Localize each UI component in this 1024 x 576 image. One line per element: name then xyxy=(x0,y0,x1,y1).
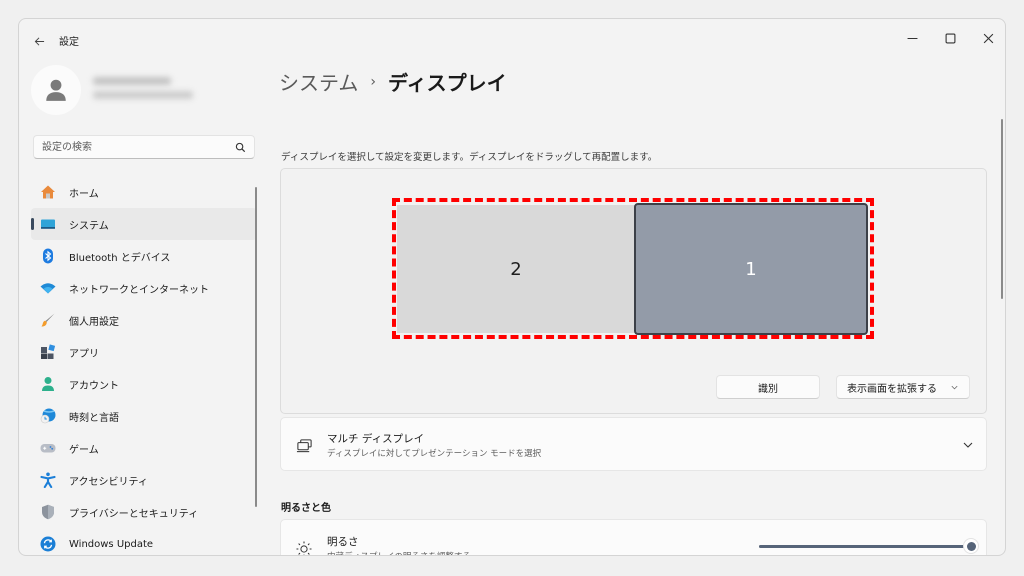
display-arrangement-panel: 2 1 識別 表示画面を拡張する xyxy=(280,168,987,414)
page-title: ディスプレイ xyxy=(388,71,507,95)
brightness-title: 明るさ xyxy=(327,536,359,548)
sidebar-item-label: プライバシーとセキュリティ xyxy=(69,508,199,520)
breadcrumb-parent[interactable]: システム xyxy=(279,67,358,96)
settings-window: 設定 ホーム システム xyxy=(18,18,1006,556)
brightness-card: 明るさ 内蔵ディスプレイの明るさを調整する xyxy=(280,519,987,555)
monitor-number: 1 xyxy=(745,258,757,280)
minimize-icon xyxy=(907,37,917,39)
brightness-slider[interactable] xyxy=(759,538,979,554)
sidebar-item-personalization[interactable]: 個人用設定 xyxy=(31,304,257,336)
search-input[interactable] xyxy=(34,136,254,158)
account-icon xyxy=(39,375,57,393)
sidebar-item-network[interactable]: ネットワークとインターネット xyxy=(31,272,257,304)
system-icon xyxy=(39,215,57,233)
sidebar-item-label: 個人用設定 xyxy=(69,316,119,328)
apps-icon xyxy=(39,343,57,361)
maximize-button[interactable] xyxy=(933,25,967,51)
main-scrollbar[interactable] xyxy=(1001,119,1003,299)
close-icon xyxy=(983,33,993,43)
sidebar-item-label: Bluetooth とデバイス xyxy=(69,252,171,264)
sidebar-item-label: システム xyxy=(69,220,109,232)
sidebar-nav: ホーム システム Bluetooth とデバイス ネットワークとインターネット … xyxy=(31,176,257,555)
sidebar-item-label: アプリ xyxy=(69,348,99,360)
user-email-blurred xyxy=(93,91,193,99)
back-button[interactable] xyxy=(29,31,49,51)
multi-display-title: マルチ ディスプレイ xyxy=(327,433,425,445)
sidebar-item-label: アカウント xyxy=(69,380,119,392)
search-icon xyxy=(235,142,246,153)
monitor-number: 2 xyxy=(510,258,522,280)
sidebar-item-home[interactable]: ホーム xyxy=(31,176,257,208)
slider-thumb[interactable] xyxy=(963,538,979,554)
sidebar-item-label: Windows Update xyxy=(69,538,154,550)
slider-fill xyxy=(759,545,971,548)
multi-display-icon xyxy=(295,436,313,454)
sidebar-item-apps[interactable]: アプリ xyxy=(31,336,257,368)
chevron-down-icon[interactable] xyxy=(962,439,974,451)
person-icon xyxy=(46,79,66,101)
accessibility-icon xyxy=(39,471,57,489)
sidebar-item-label: ホーム xyxy=(69,188,99,200)
multi-display-subtitle: ディスプレイに対してプレゼンテーション モードを選択 xyxy=(327,449,542,459)
breadcrumb: システム › ディスプレイ xyxy=(279,67,507,96)
title-bar: 設定 xyxy=(19,19,1005,61)
sidebar-item-bluetooth[interactable]: Bluetooth とデバイス xyxy=(31,240,257,272)
brightness-subtitle: 内蔵ディスプレイの明るさを調整する xyxy=(327,550,471,555)
user-profile[interactable] xyxy=(31,65,271,117)
close-button[interactable] xyxy=(971,25,1005,51)
sidebar-item-privacy-security[interactable]: プライバシーとセキュリティ xyxy=(31,496,257,528)
sun-icon xyxy=(295,540,313,555)
sidebar-item-accounts[interactable]: アカウント xyxy=(31,368,257,400)
wifi-icon xyxy=(39,279,57,297)
arrow-left-icon xyxy=(34,37,44,45)
shield-icon xyxy=(39,503,57,521)
breadcrumb-separator: › xyxy=(370,73,377,90)
chevron-down-icon xyxy=(951,385,958,390)
monitor-2[interactable]: 2 xyxy=(397,205,635,333)
maximize-icon xyxy=(945,33,955,43)
sidebar-item-system[interactable]: システム xyxy=(31,208,257,240)
sidebar-scrollbar[interactable] xyxy=(255,187,257,507)
home-icon xyxy=(39,183,57,201)
sidebar-item-accessibility[interactable]: アクセシビリティ xyxy=(31,464,257,496)
user-name-blurred xyxy=(93,77,171,85)
sidebar-item-label: ゲーム xyxy=(69,444,99,456)
sidebar-item-label: 時刻と言語 xyxy=(69,412,119,424)
time-language-icon xyxy=(39,407,57,425)
bluetooth-icon xyxy=(39,247,57,265)
update-icon xyxy=(39,535,57,553)
sidebar-item-label: アクセシビリティ xyxy=(69,476,148,488)
brightness-color-heading: 明るさと色 xyxy=(281,503,331,514)
display-mode-dropdown[interactable]: 表示画面を拡張する xyxy=(836,375,970,399)
sidebar-item-label: ネットワークとインターネット xyxy=(69,284,209,296)
gamepad-icon xyxy=(39,439,57,457)
sidebar-item-windows-update[interactable]: Windows Update xyxy=(31,528,257,555)
minimize-button[interactable] xyxy=(895,25,929,51)
sidebar-item-time-language[interactable]: 時刻と言語 xyxy=(31,400,257,432)
arrangement-description: ディスプレイを選択して設定を変更します。ディスプレイをドラッグして再配置します。 xyxy=(281,152,658,163)
monitor-1[interactable]: 1 xyxy=(634,203,868,335)
avatar xyxy=(31,65,81,115)
settings-search[interactable] xyxy=(33,135,255,159)
app-title: 設定 xyxy=(59,37,79,48)
multi-display-card[interactable]: マルチ ディスプレイ ディスプレイに対してプレゼンテーション モードを選択 xyxy=(280,417,987,471)
identify-button[interactable]: 識別 xyxy=(716,375,820,399)
brush-icon xyxy=(39,311,57,329)
sidebar-item-gaming[interactable]: ゲーム xyxy=(31,432,257,464)
display-mode-value: 表示画面を拡張する xyxy=(847,383,937,395)
